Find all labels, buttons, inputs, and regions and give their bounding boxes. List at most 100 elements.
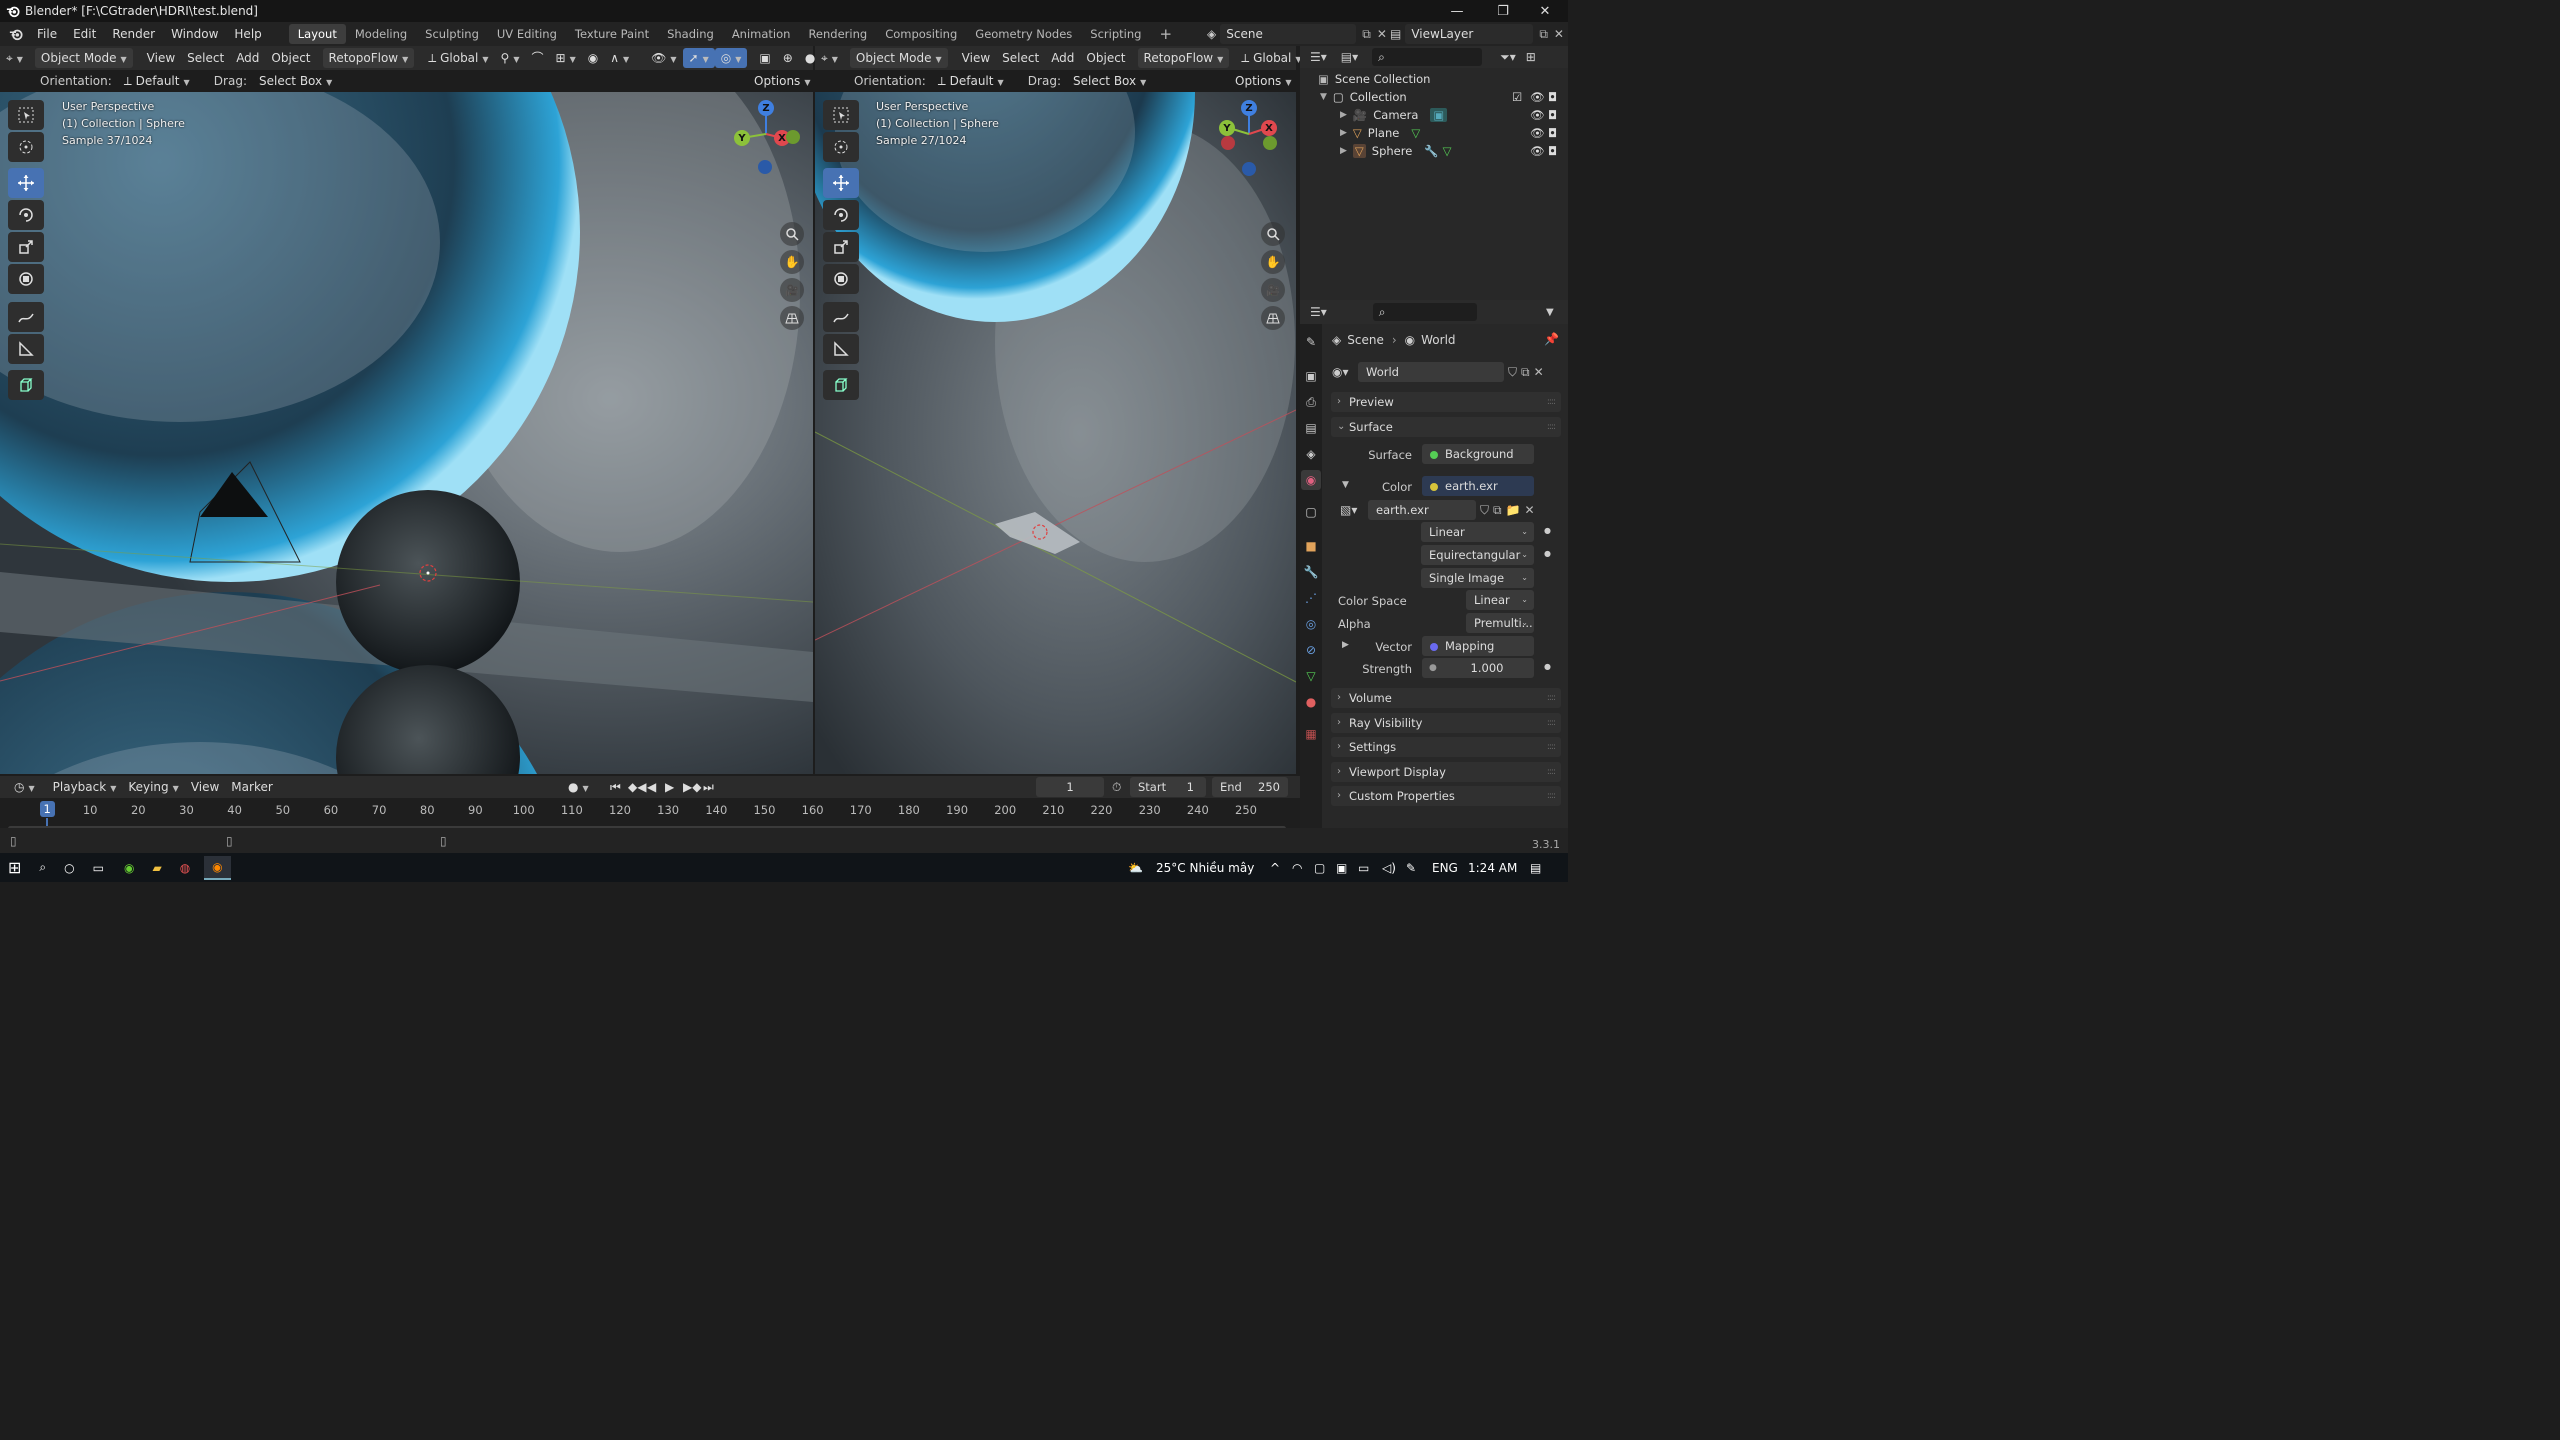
image-fake-user-icon[interactable]: ⛉ bbox=[1480, 503, 1489, 518]
tab-modeling[interactable]: Modeling bbox=[346, 24, 416, 44]
collection-render-icon[interactable]: ◘ bbox=[1548, 90, 1557, 104]
material-tab-icon[interactable]: ● bbox=[1301, 692, 1321, 712]
object-mode-dropdown[interactable]: Object Mode ▼ bbox=[34, 48, 133, 68]
gizmo-x-axis-right[interactable]: X bbox=[1261, 120, 1277, 136]
chrome-icon[interactable]: ◍ bbox=[180, 861, 190, 875]
clock-time[interactable]: 1:24 AM bbox=[1468, 861, 1517, 875]
tab-sculpting[interactable]: Sculpting bbox=[416, 24, 488, 44]
panel-volume[interactable]: › Volume:::: bbox=[1331, 688, 1561, 708]
blender-taskbar-icon[interactable]: ◉ bbox=[204, 855, 231, 880]
scale-tool-icon[interactable] bbox=[8, 232, 44, 262]
cursor-tool-icon-right[interactable] bbox=[823, 132, 859, 162]
gizmo-z-axis[interactable]: Z bbox=[758, 100, 774, 116]
measure-tool-icon-right[interactable] bbox=[823, 334, 859, 364]
image-unlink-icon[interactable]: ✕ bbox=[1525, 503, 1535, 517]
world-name-field[interactable]: World bbox=[1358, 362, 1504, 382]
editor-type-icon[interactable]: ⌖ ▼ bbox=[0, 48, 29, 68]
color-expand-icon[interactable]: ▼ bbox=[1342, 480, 1349, 490]
new-scene-icon[interactable]: ⧉ bbox=[1362, 27, 1371, 42]
tab-rendering[interactable]: Rendering bbox=[799, 24, 876, 44]
tab-texture-paint[interactable]: Texture Paint bbox=[566, 24, 658, 44]
blender-menu-icon[interactable] bbox=[9, 27, 23, 41]
windows-start-icon[interactable]: ⊞ bbox=[8, 858, 21, 877]
camera-render-icon[interactable]: ◘ bbox=[1548, 108, 1557, 122]
overlay-toggle-icon[interactable]: ◎ ▼ bbox=[714, 48, 748, 68]
delete-scene-icon[interactable]: ✕ bbox=[1377, 27, 1387, 41]
collection-expand-icon[interactable]: ▼ bbox=[1320, 92, 1327, 102]
view-layer-tab-icon[interactable]: ▤ bbox=[1301, 418, 1321, 438]
editor-type-icon-right[interactable]: ⌖ ▼ bbox=[815, 48, 844, 68]
menu-edit[interactable]: Edit bbox=[65, 22, 104, 46]
panel-ray-visibility[interactable]: › Ray Visibility:::: bbox=[1331, 713, 1561, 733]
object-tab-icon[interactable]: ■ bbox=[1301, 536, 1321, 556]
viewlayer-selector[interactable]: ▤ ViewLayer ⧉ ✕ bbox=[1390, 24, 1564, 44]
data-tab-icon[interactable]: ▽ bbox=[1301, 666, 1321, 686]
menu-add-right[interactable]: Add bbox=[1045, 48, 1080, 68]
snap-target-icon[interactable]: ⊞ ▼ bbox=[550, 48, 582, 68]
transform-tool-icon-right[interactable] bbox=[823, 264, 859, 294]
world-tab-icon[interactable]: ◉ bbox=[1301, 470, 1321, 490]
plane-render-icon[interactable]: ◘ bbox=[1548, 126, 1557, 140]
world-fake-user-icon[interactable]: ⛉ bbox=[1508, 365, 1517, 380]
surface-shader-field[interactable]: Background bbox=[1422, 444, 1534, 464]
alpha-dropdown[interactable]: Premulti... ⌄ bbox=[1466, 613, 1534, 633]
render-tab-icon[interactable]: ▣ bbox=[1301, 366, 1321, 386]
output-tab-icon[interactable]: ⎙ bbox=[1301, 392, 1321, 412]
world-new-icon[interactable]: ⧉ bbox=[1521, 365, 1530, 380]
gizmo-neg-y-axis-right[interactable] bbox=[1263, 136, 1277, 150]
proportional-edit-icon[interactable]: ◉ bbox=[582, 48, 604, 68]
viewlayer-field[interactable]: ViewLayer bbox=[1405, 24, 1534, 44]
cursor-tool-icon[interactable] bbox=[8, 132, 44, 162]
app-green-icon[interactable]: ◉ bbox=[124, 861, 134, 875]
network-icon[interactable]: ◠ bbox=[1292, 861, 1302, 875]
ortho-toggle-icon-right[interactable] bbox=[1261, 306, 1285, 330]
orientation-dropdown[interactable]: ⟂ Default ▼ bbox=[118, 71, 204, 91]
gizmo-y-axis-right[interactable]: Y bbox=[1219, 120, 1235, 136]
interpolation-dropdown[interactable]: Linear ⌄ bbox=[1421, 522, 1534, 542]
menu-object-right[interactable]: Object bbox=[1080, 48, 1131, 68]
menu-view[interactable]: View bbox=[141, 48, 181, 68]
new-collection-icon[interactable]: ⊞ bbox=[1526, 50, 1536, 64]
battery-icon[interactable]: ▭ bbox=[1358, 861, 1369, 875]
outliner-search-input[interactable]: ⌕ bbox=[1372, 48, 1483, 66]
task-view-icon[interactable]: ▭ bbox=[93, 861, 104, 875]
drag-dropdown-right[interactable]: Select Box ▼ bbox=[1067, 71, 1152, 91]
image-open-icon[interactable]: 📁 bbox=[1506, 503, 1521, 517]
properties-options-icon[interactable]: ▼ bbox=[1546, 307, 1554, 318]
vector-input-field[interactable]: Mapping bbox=[1422, 636, 1534, 656]
plane-visibility-icon[interactable]: 👁 bbox=[1530, 126, 1545, 140]
projection-dropdown[interactable]: Equirectangular ⌄ bbox=[1421, 545, 1534, 565]
menu-add[interactable]: Add bbox=[230, 48, 265, 68]
add-workspace-icon[interactable]: + bbox=[1150, 24, 1181, 44]
gizmo-y-axis[interactable]: Y bbox=[734, 130, 750, 146]
restore-window-icon[interactable]: ❐ bbox=[1480, 0, 1526, 22]
strength-keyframe-icon[interactable]: ● bbox=[1544, 662, 1551, 671]
world-browse-icon[interactable]: ◉▾ bbox=[1332, 365, 1358, 379]
tab-uv-editing[interactable]: UV Editing bbox=[488, 24, 566, 44]
visibility-icon[interactable]: 👁 ▼ bbox=[645, 48, 682, 68]
file-explorer-icon[interactable]: ▰ bbox=[152, 861, 161, 875]
move-tool-icon-right[interactable] bbox=[823, 168, 859, 198]
tab-compositing[interactable]: Compositing bbox=[876, 24, 966, 44]
annotate-tool-icon[interactable] bbox=[8, 302, 44, 332]
camera-view-icon[interactable]: 🎥 bbox=[780, 278, 804, 302]
menu-object[interactable]: Object bbox=[265, 48, 316, 68]
rotate-tool-icon-right[interactable] bbox=[823, 200, 859, 230]
close-window-icon[interactable]: ✕ bbox=[1522, 0, 1568, 22]
cortana-icon[interactable]: ○ bbox=[64, 861, 74, 875]
new-viewlayer-icon[interactable]: ⧉ bbox=[1539, 27, 1548, 42]
menu-render[interactable]: Render bbox=[104, 22, 163, 46]
object-mode-dropdown-right[interactable]: Object Mode ▼ bbox=[849, 48, 948, 68]
scene-selector[interactable]: ◈ Scene ⧉ ✕ bbox=[1207, 24, 1387, 44]
tray-icon-1[interactable]: ▢ bbox=[1314, 861, 1325, 875]
options-dropdown[interactable]: Options ▼ bbox=[748, 71, 816, 91]
notifications-icon[interactable]: ▤ bbox=[1530, 861, 1541, 875]
camera-expand-icon[interactable]: ▶ bbox=[1340, 110, 1347, 120]
xray-toggle-icon[interactable]: ▣ bbox=[753, 48, 776, 68]
transform-orientation-dropdown-right[interactable]: ⟂ Global ▼ bbox=[1235, 48, 1307, 68]
strength-field[interactable]: ● 1.000 bbox=[1422, 658, 1534, 678]
menu-select[interactable]: Select bbox=[181, 48, 230, 68]
gizmo-neg-x-axis-right[interactable] bbox=[1221, 136, 1235, 150]
tool-tab-icon[interactable]: ✎ bbox=[1301, 332, 1321, 352]
ortho-toggle-icon[interactable] bbox=[780, 306, 804, 330]
